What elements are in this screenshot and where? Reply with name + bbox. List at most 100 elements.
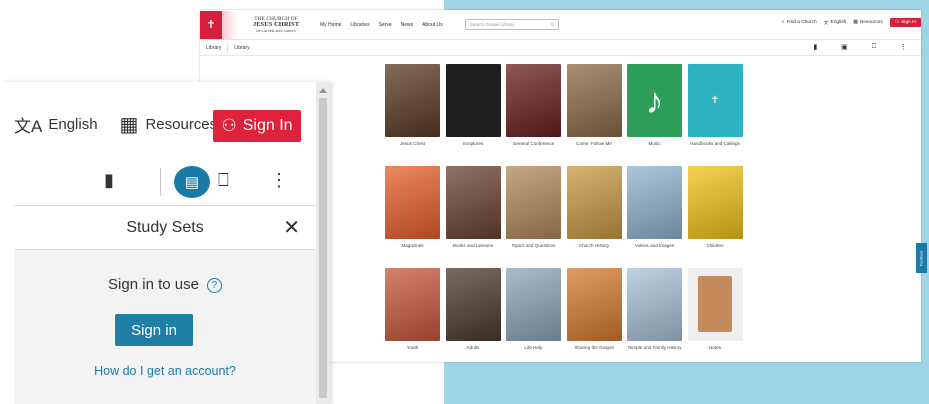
language-label: English <box>830 20 847 25</box>
breadcrumb-item-library[interactable]: Library <box>200 45 227 51</box>
zoom-sign-in-button[interactable]: ⚇ Sign In <box>213 110 301 142</box>
logo-line-3: OF LATTER-DAY SAINTS <box>256 28 296 33</box>
nav-serve[interactable]: Serve <box>379 22 392 28</box>
study-sets-icon[interactable]: ▤ <box>174 166 210 198</box>
user-icon: ⚇ <box>894 20 900 25</box>
library-card-label: Magazines <box>401 243 424 248</box>
grid-icon: ▦ <box>853 20 858 25</box>
zoom-resources-menu[interactable]: ▦ Resources <box>120 112 218 137</box>
library-card[interactable]: Adults <box>445 268 501 370</box>
breadcrumb-item-library-current[interactable]: Library <box>228 45 255 51</box>
books-lessons-icon <box>445 166 501 239</box>
bookmark-icon[interactable]: ⎕ <box>866 43 882 51</box>
feedback-tab[interactable]: Feedback <box>916 243 927 273</box>
library-card[interactable]: Scriptures <box>445 64 501 166</box>
library-card[interactable]: ♪ Music <box>627 64 682 166</box>
notes-icon <box>687 268 743 341</box>
scroll-up-arrow-icon[interactable] <box>319 88 327 93</box>
help-icon[interactable]: ? <box>206 277 222 293</box>
close-icon[interactable]: ✕ <box>283 215 300 240</box>
more-options-icon[interactable]: ⋮ <box>894 43 913 51</box>
library-card[interactable]: Church History <box>566 166 622 268</box>
search-placeholder: Search Gospel Library <box>469 22 515 27</box>
find-church-link[interactable]: ⌂ Find a Church <box>782 20 817 25</box>
library-card[interactable]: General Conference <box>506 64 561 166</box>
youth-icon <box>385 268 440 341</box>
library-card[interactable]: ✝ Handbooks and Callings <box>687 64 743 166</box>
come-follow-me-icon <box>566 64 622 137</box>
background-strip-top <box>444 0 929 10</box>
library-card[interactable]: Jesus Christ <box>385 64 440 166</box>
study-sets-title: Study Sets <box>126 218 204 236</box>
search-input[interactable]: Search Gospel Library ⚲ <box>464 19 559 30</box>
zoom-language-label: English <box>48 116 98 133</box>
videos-images-icon <box>627 166 682 239</box>
nav-my-home[interactable]: My Home <box>320 22 341 28</box>
nav-about-us[interactable]: About Us <box>422 22 443 28</box>
conference-speaker-icon <box>506 64 561 137</box>
library-card[interactable]: Life Help <box>506 268 561 370</box>
book-icon[interactable]: ▮ <box>104 170 114 191</box>
sign-in-to-use-row: Sign in to use? <box>14 276 316 293</box>
life-help-icon <box>506 268 561 341</box>
study-sets-sign-in-button[interactable]: Sign in <box>115 314 193 346</box>
study-sets-header: Study Sets ✕ <box>14 206 316 250</box>
sign-in-label: Sign In <box>901 20 916 25</box>
scripture-book-icon <box>445 64 501 137</box>
user-icon: ⚇ <box>221 116 237 135</box>
screenshot-stage: ✝ THE CHURCH OF JESUS CHRIST OF LATTER-D… <box>0 0 929 404</box>
library-card-label: General Conference <box>512 141 555 146</box>
scrollbar[interactable] <box>316 82 330 404</box>
adults-icon <box>445 268 501 341</box>
bookmark-icon[interactable]: ⎕ <box>218 170 229 191</box>
toolbar-divider <box>160 168 161 196</box>
library-card[interactable]: Children <box>687 166 743 268</box>
find-church-label: Find a Church <box>786 20 817 25</box>
library-card-label: Jesus Christ <box>399 141 426 146</box>
logo-wordmark: THE CHURCH OF JESUS CHRIST OF LATTER-DAY… <box>246 16 306 34</box>
logo-line-2: JESUS CHRIST <box>252 20 300 28</box>
library-card[interactable]: Videos and Images <box>627 166 682 268</box>
children-icon <box>687 166 743 239</box>
library-card[interactable]: Youth <box>385 268 440 370</box>
topics-questions-icon <box>506 166 561 239</box>
library-card-label: Sharing the Gospel <box>574 345 614 350</box>
library-card[interactable]: Topics and Questions <box>506 166 561 268</box>
library-card-label: Come, Follow Me <box>576 141 612 146</box>
library-card[interactable]: Temple and Family History <box>627 268 682 370</box>
sign-in-to-use-text: Sign in to use <box>108 276 199 293</box>
library-card[interactable]: Sharing the Gospel <box>566 268 622 370</box>
sharing-gospel-icon <box>566 268 622 341</box>
resources-label: Resources <box>859 20 883 25</box>
resources-menu[interactable]: ▦ Resources <box>853 20 882 25</box>
library-card-label: Videos and Images <box>634 243 675 248</box>
library-card[interactable]: Come, Follow Me <box>566 64 622 166</box>
nav-news[interactable]: News <box>401 22 414 28</box>
account-help-link[interactable]: How do I get an account? <box>14 364 316 378</box>
library-card[interactable]: Magazines <box>385 166 440 268</box>
main-nav: My Home Libraries Serve News About Us <box>320 22 443 28</box>
grid-icon: ▦ <box>119 114 139 136</box>
breadcrumb: Library Library ▮ ▣ ⎕ ⋮ <box>200 40 921 56</box>
magazines-icon <box>385 166 440 239</box>
library-card[interactable]: Notes <box>687 268 743 370</box>
translate-icon: 文A <box>14 117 43 136</box>
logo-fade <box>222 10 238 39</box>
library-card-label: Books and Lessons <box>452 243 494 248</box>
book-icon[interactable]: ▮ <box>807 43 823 51</box>
more-options-icon[interactable]: ⋮ <box>270 170 288 191</box>
library-card[interactable]: Books and Lessons <box>445 166 501 268</box>
library-card-label: Youth <box>406 345 419 350</box>
nav-libraries[interactable]: Libraries <box>350 22 369 28</box>
handbook-icon: ✝ <box>687 64 743 137</box>
church-logo[interactable]: ✝ THE CHURCH OF JESUS CHRIST OF LATTER-D… <box>200 10 306 40</box>
sign-in-button[interactable]: ⚇ Sign In <box>889 18 921 27</box>
zoom-language-selector[interactable]: 文A English <box>14 112 98 137</box>
music-note-icon: ♪ <box>627 64 682 137</box>
christus-logo-icon: ✝ <box>200 10 222 39</box>
search-icon[interactable]: ⚲ <box>550 22 553 28</box>
scrollbar-thumb[interactable] <box>319 98 327 398</box>
study-icon[interactable]: ▣ <box>835 43 854 51</box>
language-selector[interactable]: 文 English <box>824 19 847 26</box>
church-history-icon <box>566 166 622 239</box>
